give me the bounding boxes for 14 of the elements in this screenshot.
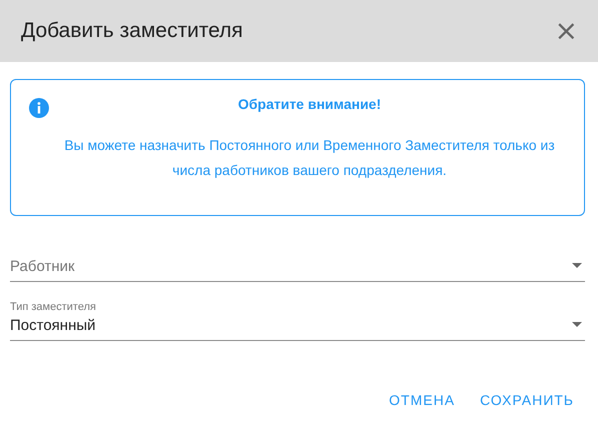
- field-label: Тип заместителя: [10, 301, 97, 313]
- select-field[interactable]: Работник: [10, 234, 585, 282]
- close-button[interactable]: ×: [552, 17, 580, 45]
- dialog-title: Добавить заместителя: [21, 19, 243, 43]
- cancel-button[interactable]: ОТМЕНА: [381, 384, 463, 416]
- select-field[interactable]: Тип заместителя Постоянный: [10, 293, 585, 341]
- info-icon: [29, 98, 49, 118]
- save-button[interactable]: СОХРАНИТЬ: [472, 384, 582, 416]
- caret-icon: [572, 322, 582, 327]
- field-placeholder: Работник: [10, 258, 76, 275]
- field-value: Постоянный: [10, 317, 97, 334]
- notice-heading: Обратите внимание!: [236, 96, 382, 112]
- caret-icon: [572, 263, 582, 268]
- notice-text: Вы можете назначить Постоянного или Временного Заместителя только из числа работников вашего подразделения.: [63, 136, 556, 180]
